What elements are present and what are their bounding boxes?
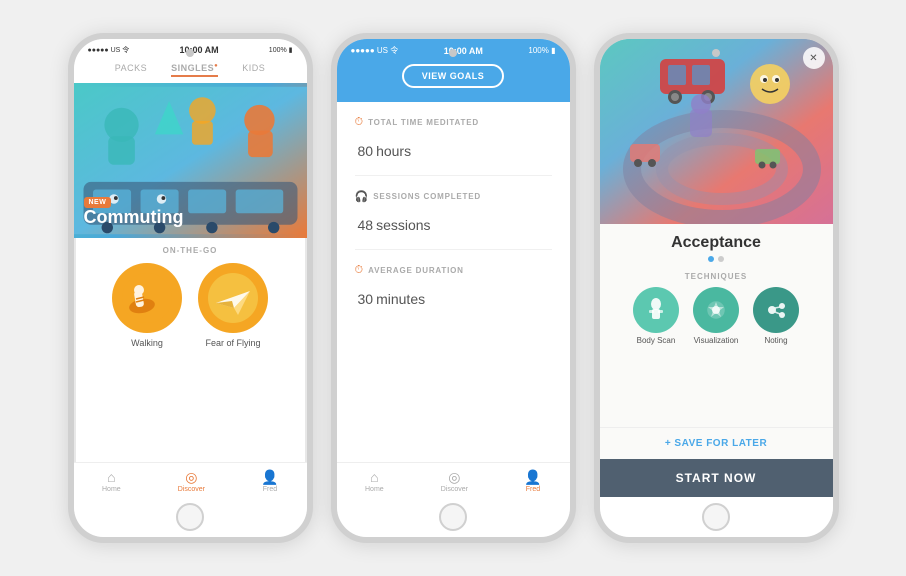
dot-2 — [718, 256, 724, 262]
tab-discover-label: Discover — [178, 486, 205, 493]
stat-total-value: 80hours — [355, 130, 552, 163]
tab-fred[interactable]: 👤 Fred — [262, 469, 278, 493]
profile-icon: 👤 — [262, 469, 278, 485]
tab-home[interactable]: ⌂ Home — [102, 469, 121, 493]
phone2-stats: ⏱ TOTAL TIME MEDITATED 80hours 🎧 SESSION… — [337, 102, 570, 462]
phone2-header: VIEW GOALS — [337, 58, 570, 102]
phone3-actions: + SAVE FOR LATER START NOW — [600, 427, 833, 497]
card-walking-circle — [112, 263, 182, 333]
phone2-content: VIEW GOALS ⏱ TOTAL TIME MEDITATED 80hour… — [337, 58, 570, 497]
phone1-signal: ●●●●● US 令 — [88, 45, 130, 55]
phone3-hero: ✕ — [600, 39, 833, 224]
phone3-content: ✕ — [600, 39, 833, 497]
phone-3: ✕ — [594, 33, 839, 543]
card-flying[interactable]: Fear of Flying — [198, 263, 268, 348]
timer-icon-1: ⏱ — [355, 116, 364, 129]
phone1-time: 10:00 AM — [179, 45, 218, 55]
pagination-dots — [708, 256, 724, 262]
visualization-label: Visualization — [694, 336, 739, 345]
card-flying-circle — [198, 263, 268, 333]
cards-row: Walking Fear of Flying — [74, 259, 307, 356]
tab2-home[interactable]: ⌂ Home — [365, 469, 384, 493]
card-flying-label: Fear of Flying — [205, 338, 260, 348]
tab2-discover[interactable]: ◎ Discover — [441, 469, 468, 493]
tab-discover[interactable]: ◎ Discover — [178, 469, 205, 493]
phone3-status-bar — [600, 39, 833, 47]
phone1-content: PACKS SINGLES● KIDS — [74, 57, 307, 497]
phone-2: ●●●●● US 令 10:00 AM 100% ▮ VIEW GOALS ⏱ … — [331, 33, 576, 543]
phone2-time: 10:00 AM — [444, 46, 483, 56]
stat-duration-label: AVERAGE DURATION — [368, 266, 464, 275]
home-button-2[interactable] — [439, 503, 467, 531]
start-now-button[interactable]: START NOW — [600, 459, 833, 497]
home-icon-2: ⌂ — [366, 469, 382, 485]
home-icon: ⌂ — [103, 469, 119, 485]
phone1-status-bar: ●●●●● US 令 10:00 AM 100% ▮ — [74, 39, 307, 57]
stat-sessions-label: SESSIONS COMPLETED — [373, 192, 481, 201]
tab2-discover-label: Discover — [441, 486, 468, 493]
technique-noting[interactable]: Noting — [753, 287, 799, 345]
phone-1: ●●●●● US 令 10:00 AM 100% ▮ PACKS SINGLES… — [68, 33, 313, 543]
noting-label: Noting — [764, 336, 787, 345]
phone3-bottom — [600, 497, 833, 537]
nav-kids[interactable]: KIDS — [242, 63, 265, 77]
technique-bodyscan[interactable]: Body Scan — [633, 287, 679, 345]
tab-home-label: Home — [102, 486, 121, 493]
stat-total-time: ⏱ TOTAL TIME MEDITATED 80hours — [355, 116, 552, 176]
close-button[interactable]: ✕ — [803, 47, 825, 69]
stat-duration-value: 30minutes — [355, 278, 552, 311]
dot-1 — [708, 256, 714, 262]
visualization-icon — [693, 287, 739, 333]
tab2-fred-label: Fred — [526, 486, 540, 493]
profile-icon-2: 👤 — [525, 469, 541, 485]
noting-icon — [753, 287, 799, 333]
phone2-status-bar: ●●●●● US 令 10:00 AM 100% ▮ — [337, 39, 570, 58]
stat-sessions-value: 48sessions — [355, 204, 552, 237]
tab2-fred[interactable]: 👤 Fred — [525, 469, 541, 493]
home-button-1[interactable] — [176, 503, 204, 531]
phone1-battery: 100% ▮ — [269, 46, 293, 54]
phone1-bottom — [74, 497, 307, 537]
stat-total-label: TOTAL TIME MEDITATED — [368, 118, 479, 127]
bodyscan-label: Body Scan — [637, 336, 676, 345]
save-for-later-button[interactable]: + SAVE FOR LATER — [600, 427, 833, 459]
bodyscan-icon — [633, 287, 679, 333]
techniques-label: TECHNIQUES — [685, 272, 747, 281]
discover-icon: ◎ — [183, 469, 199, 485]
pack-title: Acceptance — [671, 234, 761, 252]
timer-icon-2: ⏱ — [355, 264, 364, 277]
section-label: ON-THE-GO — [74, 238, 307, 259]
phone3-body: Acceptance TECHNIQUES Body Scan Visual — [600, 224, 833, 497]
phone2-bottom — [337, 497, 570, 537]
tab-fred-label: Fred — [263, 486, 277, 493]
discover-icon-2: ◎ — [446, 469, 462, 485]
stat-duration: ⏱ AVERAGE DURATION 30minutes — [355, 264, 552, 323]
view-goals-button[interactable]: VIEW GOALS — [402, 64, 505, 88]
phone1-hero: NEW Commuting — [74, 83, 307, 238]
phone1-tabbar: ⌂ Home ◎ Discover 👤 Fred — [74, 462, 307, 497]
phone2-battery: 100% ▮ — [528, 46, 555, 55]
headphone-icon: 🎧 — [355, 190, 369, 203]
card-walking-label: Walking — [131, 338, 163, 348]
phone2-signal: ●●●●● US 令 — [351, 45, 399, 56]
nav-singles[interactable]: SINGLES● — [171, 63, 218, 77]
nav-packs[interactable]: PACKS — [115, 63, 147, 77]
phone1-nav: PACKS SINGLES● KIDS — [74, 57, 307, 83]
techniques-list: Body Scan Visualization Noting — [633, 287, 799, 345]
home-button-3[interactable] — [702, 503, 730, 531]
stat-sessions: 🎧 SESSIONS COMPLETED 48sessions — [355, 190, 552, 250]
tab2-home-label: Home — [365, 486, 384, 493]
phone2-tabbar: ⌂ Home ◎ Discover 👤 Fred — [337, 462, 570, 497]
card-walking[interactable]: Walking — [112, 263, 182, 348]
technique-visualization[interactable]: Visualization — [693, 287, 739, 345]
hero-title: Commuting — [84, 207, 184, 228]
